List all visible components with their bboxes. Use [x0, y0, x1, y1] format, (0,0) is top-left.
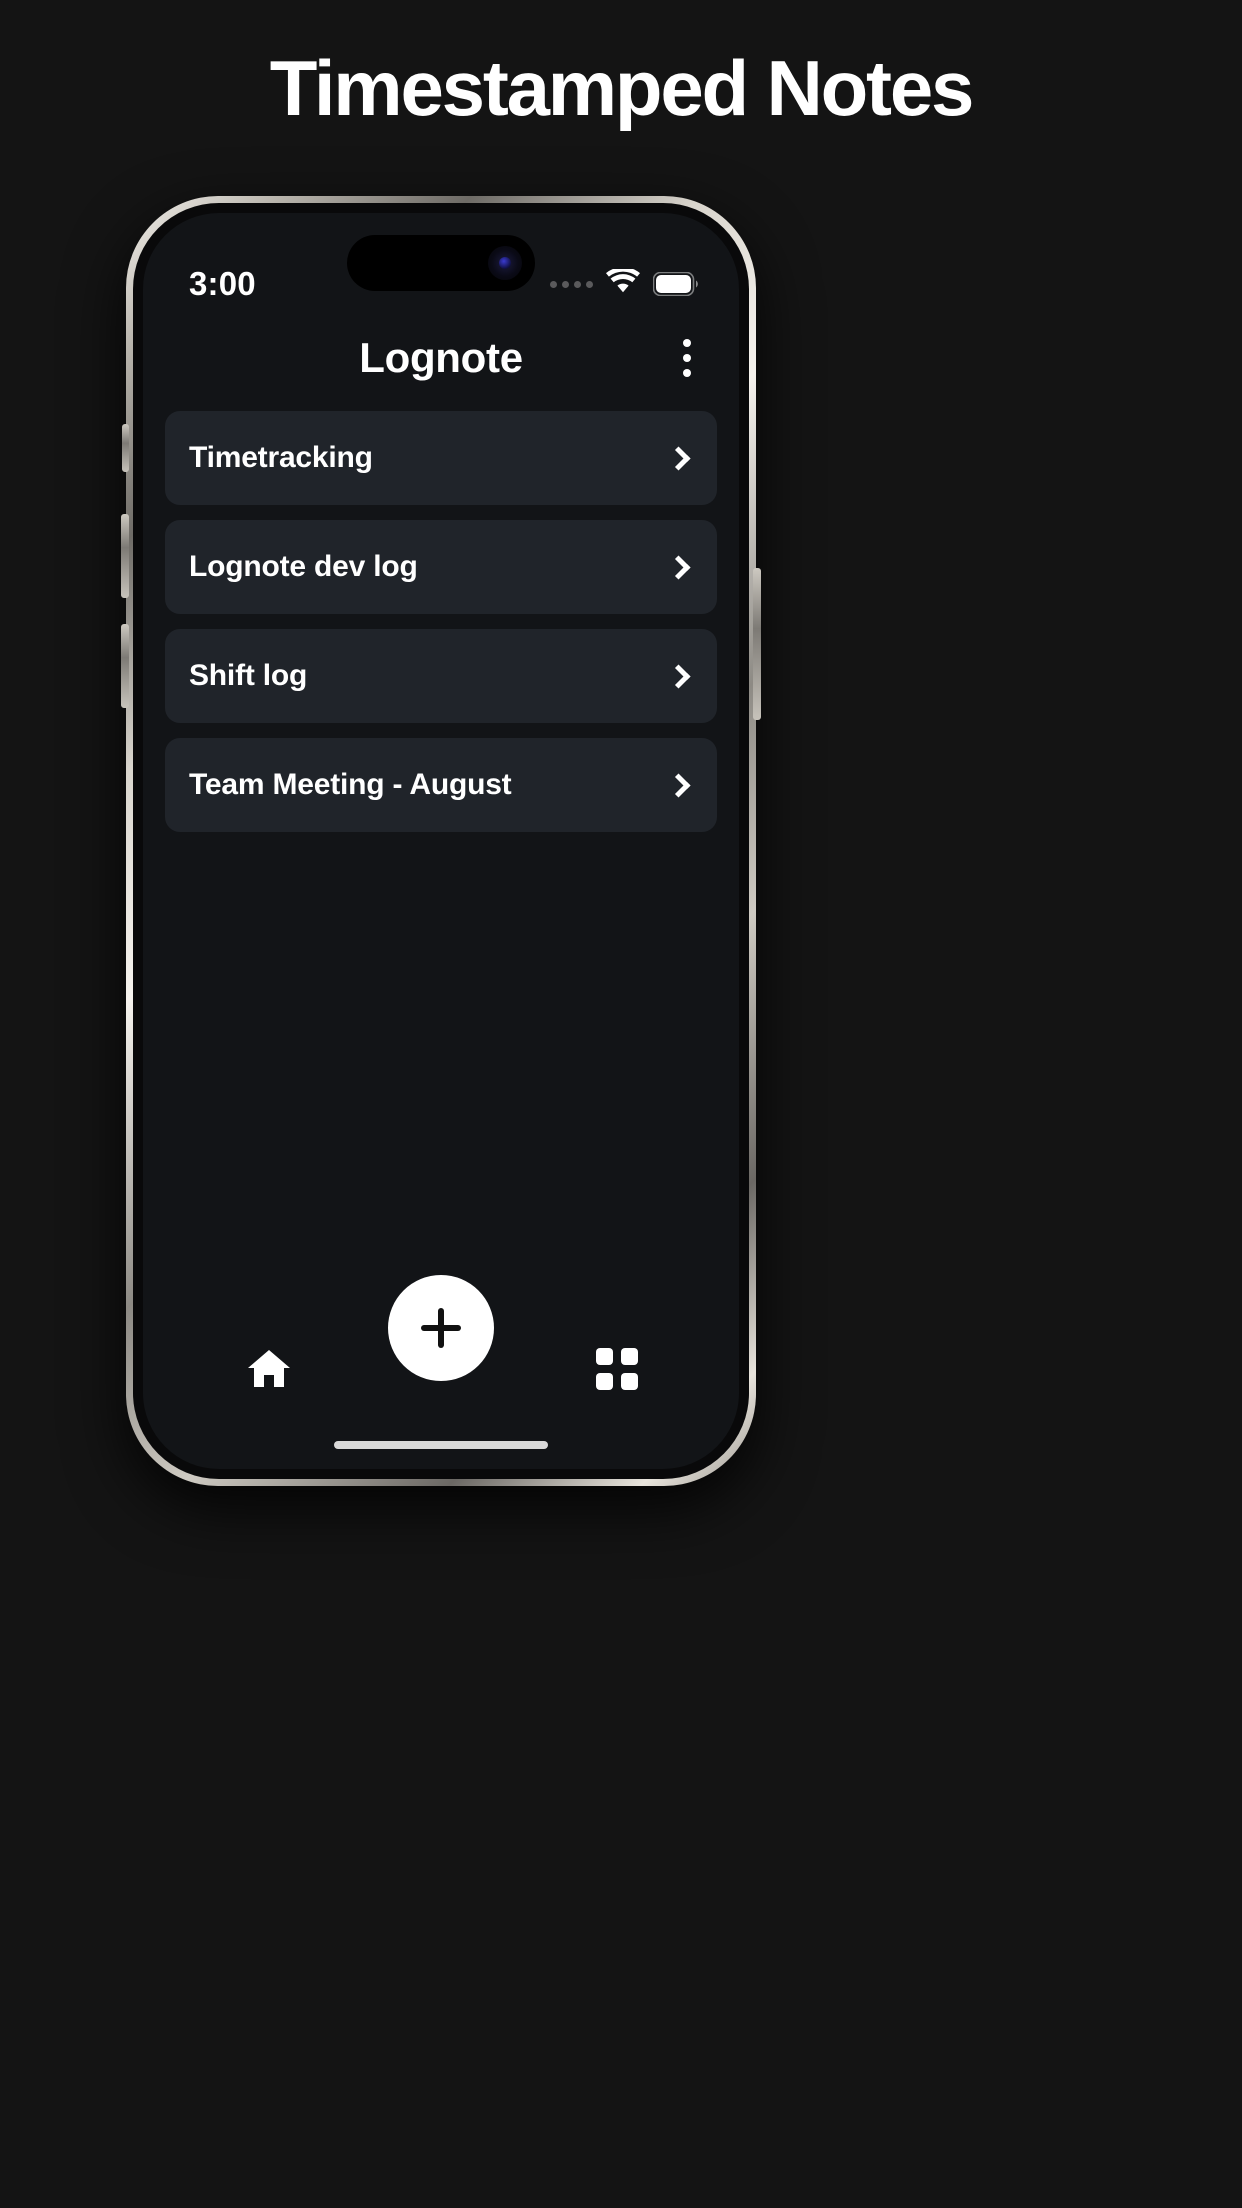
note-title: Team Meeting - August	[189, 768, 512, 801]
chevron-right-icon	[666, 772, 691, 798]
power-button[interactable]	[753, 568, 761, 720]
phone-mockup: 3:00 Lognote Timetracking Lognote dev lo…	[121, 196, 761, 1486]
volume-down-button[interactable]	[121, 624, 129, 708]
battery-full-icon	[653, 272, 699, 296]
dynamic-island	[347, 235, 535, 291]
chevron-right-icon	[666, 663, 691, 689]
list-item[interactable]: Shift log	[165, 629, 717, 723]
chevron-right-icon	[666, 445, 691, 471]
list-item[interactable]: Timetracking	[165, 411, 717, 505]
phone-screen: 3:00 Lognote Timetracking Lognote dev lo…	[143, 213, 739, 1469]
app-header: Lognote	[143, 317, 739, 399]
more-vertical-icon[interactable]	[661, 327, 713, 389]
volume-up-button[interactable]	[121, 514, 129, 598]
plus-icon-vertical	[438, 1308, 444, 1348]
promo-banner: Timestamped Notes 3:00 Lognote Timetrack…	[0, 0, 1242, 2208]
chevron-right-icon	[666, 554, 691, 580]
bottom-navigation-bar	[143, 1273, 739, 1469]
front-camera-icon	[488, 246, 522, 280]
page-title: Timestamped Notes	[269, 44, 975, 132]
note-title: Timetracking	[189, 441, 373, 474]
grid-icon[interactable]	[587, 1339, 647, 1399]
note-list: Timetracking Lognote dev log Shift log T…	[165, 411, 717, 832]
status-time: 3:00	[189, 265, 256, 302]
signal-dots-icon	[550, 280, 593, 288]
home-icon[interactable]	[239, 1339, 299, 1399]
status-icons	[550, 267, 699, 299]
list-item[interactable]: Lognote dev log	[165, 520, 717, 614]
note-title: Shift log	[189, 659, 308, 692]
note-title: Lognote dev log	[189, 550, 418, 583]
add-note-button[interactable]	[388, 1275, 494, 1381]
mute-switch-button[interactable]	[122, 424, 129, 472]
app-title: Lognote	[359, 334, 523, 381]
list-item[interactable]: Team Meeting - August	[165, 738, 717, 832]
wifi-icon	[606, 267, 640, 299]
home-indicator[interactable]	[334, 1441, 548, 1449]
